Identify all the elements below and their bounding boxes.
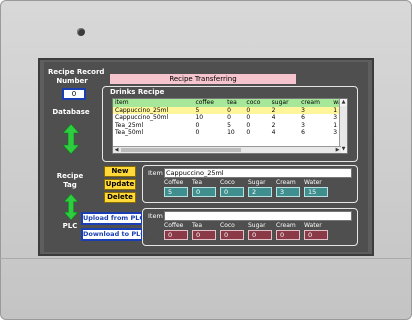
update-button[interactable]: Update (104, 179, 136, 190)
tag-item-input[interactable]: Cappuccino_25ml (164, 168, 352, 178)
record-number-input[interactable]: 0 (62, 88, 86, 100)
tag-coffee-value[interactable]: 5 (164, 187, 188, 197)
tag-sugar-label: Sugar (248, 179, 266, 186)
plc-water-label: Water (304, 222, 322, 229)
up-down-arrow-icon (63, 194, 79, 220)
table-cell: 3 (301, 121, 305, 129)
plc-item-input[interactable] (164, 211, 352, 221)
hmi-screen: Recipe Transferring Recipe Record Number… (44, 62, 368, 252)
table-cell: 2 (271, 121, 276, 129)
table-cell: 0 (246, 114, 251, 121)
table-cell: Tea_50ml (115, 129, 144, 136)
new-button[interactable]: New (104, 166, 136, 177)
tag-cream-value[interactable]: 3 (276, 187, 300, 197)
plc-sugar-label: Sugar (248, 222, 266, 229)
table-cell: 0 (225, 106, 245, 114)
table-cell: 0 (244, 106, 270, 114)
plc-coco-value[interactable]: 0 (220, 230, 244, 240)
table-cell: 6 (301, 114, 305, 121)
bottom-bezel (0, 258, 412, 320)
page-title: Recipe Transferring (110, 74, 296, 84)
table-cell: 0 (195, 121, 200, 129)
table-cell: 0 (227, 114, 231, 121)
column-header: sugar (269, 99, 300, 107)
table-cell: 0 (195, 129, 200, 136)
plc-sugar-value[interactable]: 0 (248, 230, 272, 240)
table-scrollbar[interactable]: ▲ ▼ (339, 99, 347, 153)
column-header: tea (225, 99, 245, 107)
drinks-recipe-title: Drinks Recipe (110, 88, 165, 96)
table-cell: 5 (193, 106, 226, 114)
table-cell: 2 (269, 106, 300, 114)
scroll-right-icon[interactable]: ▶ (334, 147, 341, 153)
recipe-record-number-label: Recipe Record Number (48, 68, 105, 85)
plc-cream-value[interactable]: 0 (276, 230, 300, 240)
upload-from-plc-button[interactable]: Upload from PLC (81, 212, 144, 225)
plc-label: PLC (62, 222, 78, 230)
tag-water-value[interactable]: 15 (304, 187, 328, 197)
tag-cream-label: Cream (276, 179, 296, 186)
table-cell: 6 (301, 129, 305, 136)
column-header: coco (244, 99, 270, 107)
plc-coffee-value[interactable]: 0 (164, 230, 188, 240)
table-row[interactable]: Cappuccino_50ml 10 0 0 4 6 3 (113, 114, 347, 122)
scrollbar-thumb[interactable] (121, 148, 241, 152)
table-cell: 5 (227, 121, 231, 129)
tag-sugar-value[interactable]: 2 (248, 187, 272, 197)
table-row[interactable]: Cappuccino_25ml 5 0 0 2 3 1 (113, 106, 347, 114)
table-header: item coffee tea coco sugar cream wa (113, 99, 347, 107)
table-row[interactable]: Tea_25ml 0 5 0 2 3 1 (113, 121, 347, 130)
table-cell: 0 (246, 129, 251, 136)
tag-coffee-label: Coffee (164, 179, 184, 186)
tag-coco-label: Coco (220, 179, 235, 186)
scroll-down-icon[interactable]: ▼ (340, 146, 347, 153)
download-to-plc-button[interactable]: Download to PLC (81, 228, 145, 241)
table-cell: Cappuccino_25ml (113, 106, 194, 114)
plc-tea-value[interactable]: 0 (192, 230, 216, 240)
plc-tea-label: Tea (192, 222, 203, 229)
plc-coco-label: Coco (220, 222, 235, 229)
camera-sensor-icon (77, 28, 85, 36)
table-cell: 10 (195, 114, 204, 121)
column-header: coffee (193, 99, 226, 107)
tag-water-label: Water (304, 179, 322, 186)
plc-water-value[interactable]: 0 (304, 230, 328, 240)
up-down-arrow-icon (63, 124, 79, 154)
scroll-up-icon[interactable]: ▲ (340, 99, 347, 106)
delete-button[interactable]: Delete (104, 192, 136, 203)
table-cell: 4 (271, 114, 276, 121)
recipe-table[interactable]: item coffee tea coco sugar cream wa Capp… (112, 98, 348, 154)
plc-cream-label: Cream (276, 222, 296, 229)
tag-tea-label: Tea (192, 179, 203, 186)
table-cell: Tea_25ml (115, 121, 144, 129)
tag-coco-value[interactable]: 0 (220, 187, 244, 197)
recipe-tag-label: Recipe Tag (56, 172, 84, 189)
database-label: Database (52, 108, 90, 116)
horizontal-scrollbar[interactable]: ◀ ▶ (113, 146, 341, 153)
table-cell: 4 (271, 129, 276, 136)
table-cell: 0 (246, 121, 251, 129)
column-header: cream (299, 99, 332, 107)
column-header: item (113, 99, 194, 107)
table-cell: Cappuccino_50ml (115, 114, 169, 121)
tag-item-label: Item (148, 169, 163, 177)
table-cell: 10 (227, 129, 235, 136)
plc-item-label: Item (148, 212, 163, 220)
scroll-left-icon[interactable]: ◀ (113, 147, 120, 153)
plc-coffee-label: Coffee (164, 222, 184, 229)
table-cell: 3 (299, 106, 332, 114)
tag-tea-value[interactable]: 0 (192, 187, 216, 197)
table-row[interactable]: Tea_50ml 0 10 0 4 6 3 (113, 129, 347, 137)
